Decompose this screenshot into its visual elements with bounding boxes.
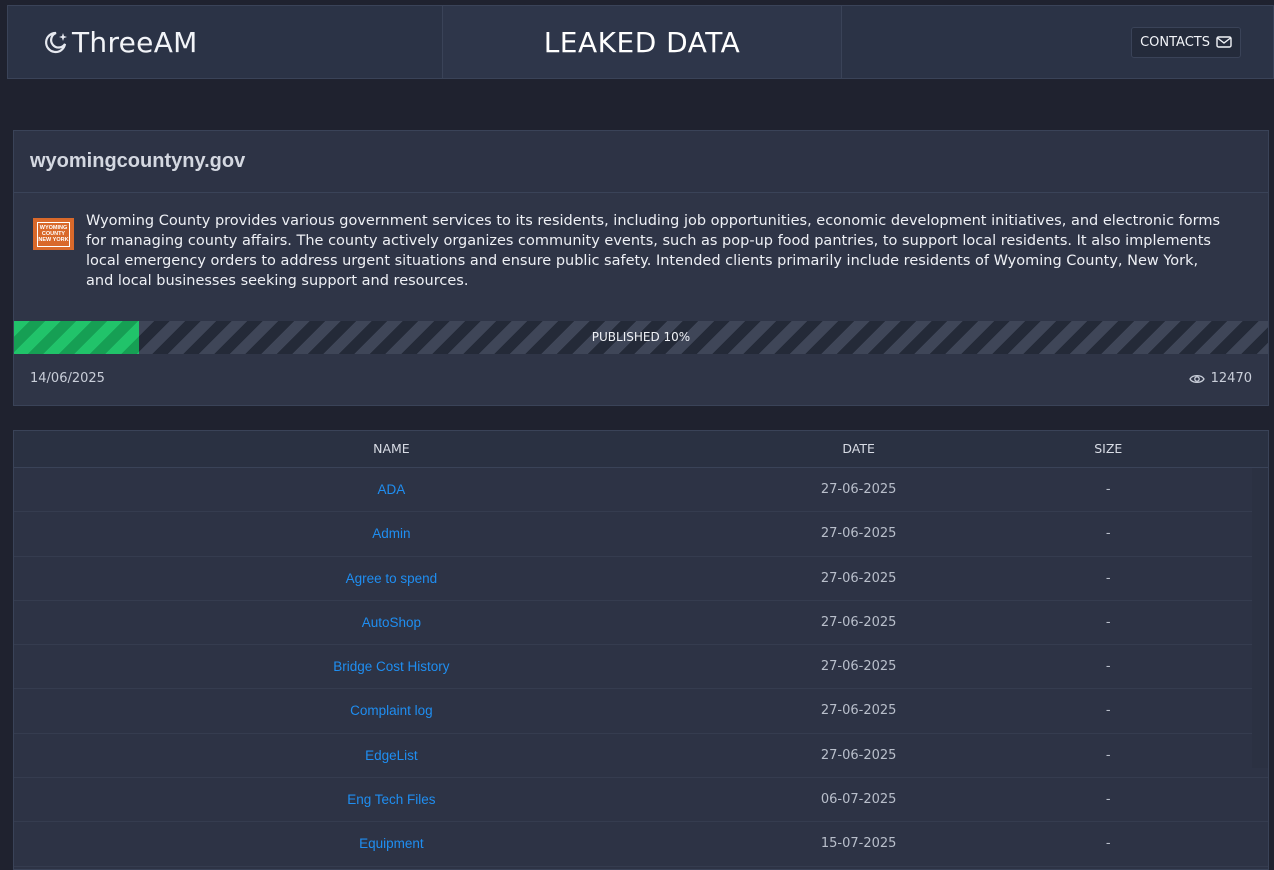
file-date: 27-06-2025	[820, 747, 897, 763]
moon-star-icon	[45, 31, 67, 54]
file-name-cell: Equipment	[14, 822, 769, 865]
header-actions: CONTACTS	[842, 6, 1273, 78]
victim-description-row: WYOMING COUNTY NEW YORK Wyoming County p…	[14, 193, 1268, 303]
file-date: 27-06-2025	[820, 614, 897, 630]
file-date: 27-06-2025	[820, 570, 897, 586]
file-date: 15-07-2025	[820, 836, 897, 852]
file-name-cell: Bridge Cost History	[14, 645, 769, 688]
view-count: 12470	[1188, 371, 1252, 386]
files-table: NAME DATE SIZE ADA 27-06-2025 - Admin 27-06-…	[13, 430, 1269, 870]
victim-description: Wyoming County provides various governme…	[86, 213, 1221, 289]
victim-logo-text: WYOMING COUNTY NEW YORK	[37, 221, 70, 247]
title-cell: LEAKED DATA	[443, 6, 842, 78]
file-link[interactable]: Bridge Cost History	[333, 659, 449, 674]
file-name-cell: Admin	[14, 512, 769, 555]
file-date: 27-06-2025	[820, 659, 897, 675]
file-size: -	[1105, 526, 1111, 542]
column-header-date[interactable]: DATE	[769, 431, 949, 467]
table-row: Agree to spend 27-06-2025 -	[14, 557, 1268, 601]
file-name-cell: AutoShop	[14, 601, 769, 644]
file-size: -	[1105, 747, 1111, 763]
file-name-cell: ADA	[14, 468, 769, 511]
file-size: -	[1105, 836, 1111, 852]
victim-logo: WYOMING COUNTY NEW YORK	[33, 218, 74, 250]
file-link[interactable]: Eng Tech Files	[347, 792, 435, 807]
column-header-size[interactable]: SIZE	[949, 431, 1268, 467]
table-scrollbar-track[interactable]	[1252, 468, 1268, 768]
file-name-cell: Eng Tech Files	[14, 778, 769, 821]
file-link[interactable]: EdgeList	[365, 748, 418, 763]
contacts-button[interactable]: CONTACTS	[1131, 26, 1241, 58]
victim-domain: wyomingcountyny.gov	[30, 150, 246, 172]
file-size: -	[1105, 659, 1111, 675]
contacts-label: CONTACTS	[1140, 34, 1210, 50]
file-size: -	[1105, 792, 1111, 808]
file-size: -	[1105, 703, 1111, 719]
table-row: EdgeList 27-06-2025 -	[14, 734, 1268, 779]
file-name-cell: EdgeList	[14, 734, 769, 777]
file-name-cell: Complaint log	[14, 689, 769, 732]
file-date: 27-06-2025	[820, 703, 897, 719]
brand-name: ThreeAM	[72, 25, 198, 59]
brand[interactable]: ThreeAM	[8, 6, 443, 78]
file-size: -	[1105, 614, 1111, 630]
file-size: -	[1105, 482, 1111, 497]
file-size: -	[1105, 570, 1111, 586]
table-row: AutoShop 27-06-2025 -	[14, 601, 1268, 646]
view-count-value: 12470	[1210, 371, 1252, 386]
table-row: Eng Tech Files 06-07-2025 -	[14, 778, 1268, 823]
file-link[interactable]: AutoShop	[362, 615, 421, 630]
envelope-icon	[1216, 36, 1232, 48]
file-date: 06-07-2025	[820, 792, 897, 808]
table-row: Equipment 15-07-2025 -	[14, 822, 1268, 867]
file-link[interactable]: Agree to spend	[346, 571, 438, 586]
files-table-header: NAME DATE SIZE	[14, 431, 1268, 468]
files-table-body: ADA 27-06-2025- Admin 27-06-2025- Agree to s…	[14, 468, 1268, 867]
table-row: Complaint log 27-06-2025 -	[14, 689, 1268, 734]
publish-progress-label: PUBLISHED 10%	[591, 330, 691, 344]
page-title: LEAKED DATA	[543, 25, 741, 59]
file-link[interactable]: Complaint log	[350, 703, 433, 718]
eye-icon	[1188, 374, 1205, 383]
top-header: ThreeAM LEAKED DATA CONTACTS	[7, 5, 1274, 79]
victim-card-footer: 14/06/2025 12470	[30, 371, 1252, 386]
file-date: 27-06-2025	[820, 526, 897, 542]
publish-progress-bar: PUBLISHED 10%	[14, 321, 1268, 354]
file-link[interactable]: ADA	[378, 482, 406, 497]
victim-date: 14/06/2025	[30, 371, 105, 386]
victim-card-header: wyomingcountyny.gov	[14, 131, 1268, 193]
column-header-name[interactable]: NAME	[14, 431, 769, 467]
file-link[interactable]: Admin	[372, 526, 410, 541]
file-link[interactable]: Equipment	[359, 836, 424, 851]
file-date: 27-06-2025	[820, 482, 897, 497]
table-row: Admin 27-06-2025 -	[14, 512, 1268, 557]
victim-card: wyomingcountyny.gov WYOMING COUNTY NEW Y…	[13, 130, 1269, 406]
table-row: ADA 27-06-2025 -	[14, 468, 1268, 513]
file-name-cell: Agree to spend	[14, 557, 769, 600]
table-row: Bridge Cost History 27-06-2025 -	[14, 645, 1268, 690]
